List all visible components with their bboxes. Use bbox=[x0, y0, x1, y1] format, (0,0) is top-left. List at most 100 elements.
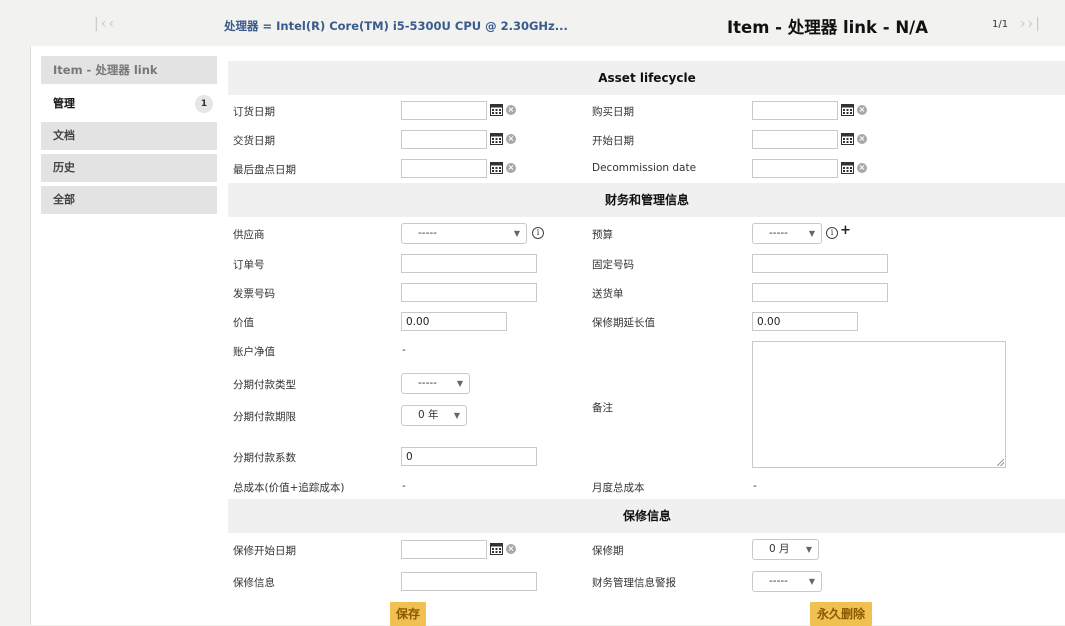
clear-icon[interactable]: × bbox=[506, 105, 516, 115]
sidebar-item-all[interactable]: 全部 bbox=[41, 186, 217, 214]
calendar-icon[interactable] bbox=[841, 161, 854, 174]
amort-time-select[interactable]: 0 年 ▼ bbox=[401, 405, 467, 426]
first-icon[interactable]: |‹ bbox=[94, 16, 108, 32]
warranty-info-input[interactable] bbox=[401, 572, 537, 591]
clear-icon[interactable]: × bbox=[506, 163, 516, 173]
clear-icon[interactable]: × bbox=[506, 134, 516, 144]
decommission-date-input[interactable] bbox=[752, 159, 838, 178]
amort-coeff-label: 分期付款系数 bbox=[233, 452, 296, 464]
order-number-label: 订单号 bbox=[233, 259, 265, 271]
count-badge: 1 bbox=[195, 95, 213, 113]
warranty-extension-input[interactable] bbox=[752, 312, 858, 331]
sidebar-item-management[interactable]: 管理 1 bbox=[41, 90, 217, 118]
warranty-duration-label: 保修期 bbox=[592, 545, 624, 557]
page-title: Item - 处理器 link - N/A bbox=[727, 18, 928, 37]
amort-type-select[interactable]: ----- ▼ bbox=[401, 373, 470, 394]
delivery-note-label: 送货单 bbox=[592, 288, 624, 300]
last-inventory-date-label: 最后盘点日期 bbox=[233, 164, 296, 176]
clear-icon[interactable]: × bbox=[857, 163, 867, 173]
delivery-note-input[interactable] bbox=[752, 283, 888, 302]
decommission-date-label: Decommission date bbox=[592, 162, 697, 174]
tco-label: 总成本(价值+追踪成本) bbox=[233, 482, 345, 494]
calendar-icon[interactable] bbox=[490, 103, 503, 116]
nav-next-last[interactable]: ››| bbox=[1020, 16, 1042, 32]
net-book-value-label: 账户净值 bbox=[233, 346, 275, 358]
sidebar-item-label: 全部 bbox=[53, 193, 75, 206]
clear-icon[interactable]: × bbox=[506, 544, 516, 554]
delivery-date-label: 交货日期 bbox=[233, 135, 275, 147]
plus-icon[interactable]: + bbox=[840, 223, 851, 238]
resize-handle-icon[interactable] bbox=[997, 459, 1004, 466]
last-inventory-date-input[interactable] bbox=[401, 159, 487, 178]
clear-icon[interactable]: × bbox=[857, 134, 867, 144]
amort-type-label: 分期付款类型 bbox=[233, 379, 296, 391]
section-asset-lifecycle: Asset lifecycle bbox=[228, 61, 1065, 95]
chevron-down-icon: ▼ bbox=[808, 229, 815, 238]
calendar-icon[interactable] bbox=[490, 542, 503, 555]
amort-time-label: 分期付款期限 bbox=[233, 411, 296, 423]
sidebar-item-label: 管理 bbox=[53, 97, 75, 110]
order-number-input[interactable] bbox=[401, 254, 537, 273]
supplier-select[interactable]: ----- ▼ bbox=[401, 223, 527, 244]
budget-select[interactable]: ----- ▼ bbox=[752, 223, 822, 244]
prev-icon[interactable]: ‹ bbox=[108, 16, 116, 32]
immo-number-input[interactable] bbox=[752, 254, 888, 273]
content-panel: Item - 处理器 link 管理 1 文档 历史 全部 Asset life… bbox=[30, 46, 1065, 626]
sidebar-header: Item - 处理器 link bbox=[41, 56, 217, 84]
delete-button[interactable]: 永久删除 bbox=[810, 602, 872, 626]
calendar-icon[interactable] bbox=[490, 161, 503, 174]
invoice-number-label: 发票号码 bbox=[233, 288, 275, 300]
warranty-extension-label: 保修期延长值 bbox=[592, 317, 655, 329]
net-book-value: - bbox=[402, 344, 406, 356]
warranty-info-label: 保修信息 bbox=[233, 577, 275, 589]
sidebar-item-label: 历史 bbox=[53, 161, 75, 174]
chevron-down-icon: ▼ bbox=[808, 577, 815, 586]
info-icon[interactable]: i bbox=[826, 227, 838, 239]
order-date-label: 订货日期 bbox=[233, 106, 275, 118]
chevron-down-icon: ▼ bbox=[453, 411, 460, 420]
save-button[interactable]: 保存 bbox=[390, 602, 426, 626]
item-link[interactable]: 处理器 = Intel(R) Core(TM) i5-5300U CPU @ 2… bbox=[224, 18, 568, 34]
nav-first-prev[interactable]: |‹‹ bbox=[94, 16, 116, 32]
warranty-start-date-input[interactable] bbox=[401, 540, 487, 559]
alert-select[interactable]: ----- ▼ bbox=[752, 571, 822, 592]
invoice-number-input[interactable] bbox=[401, 283, 537, 302]
budget-label: 预算 bbox=[592, 229, 613, 241]
next-icon[interactable]: › bbox=[1020, 16, 1028, 32]
start-date-input[interactable] bbox=[752, 130, 838, 149]
info-icon[interactable]: i bbox=[532, 227, 544, 239]
top-bar: |‹‹ 处理器 = Intel(R) Core(TM) i5-5300U CPU… bbox=[0, 0, 1065, 46]
tco-value: - bbox=[402, 480, 406, 492]
chevron-down-icon: ▼ bbox=[805, 545, 812, 554]
supplier-label: 供应商 bbox=[233, 229, 265, 241]
calendar-icon[interactable] bbox=[841, 132, 854, 145]
chevron-down-icon: ▼ bbox=[456, 379, 463, 388]
calendar-icon[interactable] bbox=[841, 103, 854, 116]
comment-label: 备注 bbox=[592, 402, 613, 414]
last-icon[interactable]: ›| bbox=[1028, 16, 1042, 32]
start-date-label: 开始日期 bbox=[592, 135, 634, 147]
chevron-down-icon: ▼ bbox=[513, 229, 520, 238]
pager: 1/1 bbox=[992, 19, 1009, 30]
sidebar: Item - 处理器 link 管理 1 文档 历史 全部 bbox=[41, 56, 217, 218]
amort-coeff-input[interactable] bbox=[401, 447, 537, 466]
order-date-input[interactable] bbox=[401, 101, 487, 120]
clear-icon[interactable]: × bbox=[857, 105, 867, 115]
purchase-date-label: 购买日期 bbox=[592, 106, 634, 118]
monthly-tco-label: 月度总成本 bbox=[592, 482, 645, 494]
sidebar-item-documents[interactable]: 文档 bbox=[41, 122, 217, 150]
warranty-duration-select[interactable]: 0 月 ▼ bbox=[752, 539, 819, 560]
section-warranty: 保修信息 bbox=[228, 499, 1065, 533]
calendar-icon[interactable] bbox=[490, 132, 503, 145]
alert-label: 财务管理信息警报 bbox=[592, 577, 676, 589]
delivery-date-input[interactable] bbox=[401, 130, 487, 149]
value-label: 价值 bbox=[233, 317, 254, 329]
purchase-date-input[interactable] bbox=[752, 101, 838, 120]
comment-textarea[interactable] bbox=[752, 341, 1006, 468]
warranty-start-date-label: 保修开始日期 bbox=[233, 545, 296, 557]
immo-number-label: 固定号码 bbox=[592, 259, 634, 271]
sidebar-item-history[interactable]: 历史 bbox=[41, 154, 217, 182]
monthly-tco-value: - bbox=[753, 480, 757, 492]
value-input[interactable] bbox=[401, 312, 507, 331]
section-financial: 财务和管理信息 bbox=[228, 183, 1065, 217]
